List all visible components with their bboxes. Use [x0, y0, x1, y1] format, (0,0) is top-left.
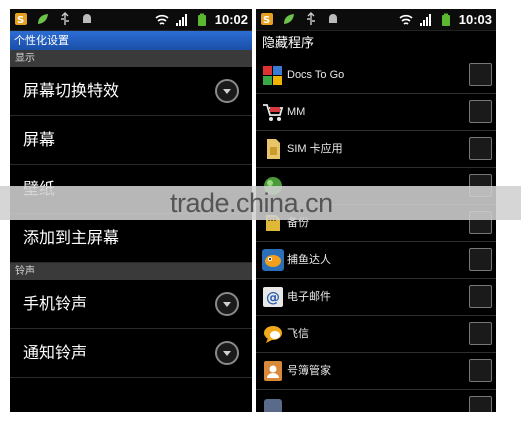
hide-checkbox[interactable] [469, 285, 492, 308]
pref-notification-ringtone[interactable]: 通知铃声 [10, 329, 252, 378]
app-label: MM [287, 106, 306, 118]
app-notification-icon: S [15, 13, 27, 26]
pref-transition-effect[interactable]: 屏幕切换特效 [10, 67, 252, 116]
pref-phone-ringtone[interactable]: 手机铃声 [10, 280, 252, 329]
pref-label: 屏幕切换特效 [23, 81, 120, 100]
battery-icon [441, 13, 450, 26]
hide-checkbox[interactable] [469, 100, 492, 123]
chevron-down-icon[interactable] [215, 79, 239, 103]
list-item[interactable]: SIM 卡应用 [256, 131, 496, 168]
svg-text:@: @ [266, 290, 280, 306]
status-bar: S 10:03 [256, 9, 496, 31]
signal-icon [419, 14, 431, 26]
fish-game-icon [262, 249, 284, 271]
app-label: 飞信 [287, 328, 309, 340]
battery-icon [197, 13, 206, 26]
hide-checkbox[interactable] [469, 137, 492, 160]
list-item[interactable]: MM [256, 94, 496, 131]
svg-text:S: S [263, 15, 270, 26]
clock: 10:02 [214, 12, 248, 27]
chat-bubble-icon [264, 326, 282, 343]
hide-checkbox[interactable] [469, 359, 492, 382]
watermark-text: trade.china.cn [170, 188, 333, 218]
pref-label: 手机铃声 [23, 294, 88, 313]
pref-label: 屏幕 [23, 130, 56, 149]
shopping-cart-icon [263, 104, 284, 121]
list-item[interactable]: 捕鱼达人 [256, 242, 496, 279]
page-title: 隐藏程序 [262, 36, 315, 51]
chevron-down-icon[interactable] [215, 292, 239, 316]
wifi-icon [155, 14, 169, 25]
usb-icon [307, 12, 315, 25]
signal-icon [175, 14, 187, 26]
sim-card-icon [267, 139, 280, 159]
app-label: 电子邮件 [287, 291, 331, 303]
watermark-band: trade.china.cn [0, 186, 521, 220]
app-label: SIM 卡应用 [287, 143, 343, 155]
section-header-display: 显示 [10, 50, 252, 67]
section-header-ringtone: 铃声 [10, 263, 252, 280]
pref-screen[interactable]: 屏幕 [10, 116, 252, 165]
generic-app-icon [264, 399, 282, 412]
pref-label: 通知铃声 [23, 343, 88, 362]
app-notification-icon: S [261, 13, 273, 26]
svg-text:S: S [17, 15, 24, 26]
hide-checkbox[interactable] [469, 63, 492, 86]
clock: 10:03 [458, 12, 492, 27]
page-title: 个性化设置 [10, 31, 252, 50]
list-item[interactable]: Docs To Go [256, 57, 496, 94]
chevron-down-icon[interactable] [215, 341, 239, 365]
wifi-icon [399, 14, 413, 25]
hide-checkbox[interactable] [469, 248, 492, 271]
android-debug-icon [329, 14, 337, 23]
app-label: 捕鱼达人 [287, 254, 331, 266]
list-item[interactable]: 飞信 [256, 316, 496, 353]
hide-checkbox[interactable] [469, 396, 492, 412]
list-item[interactable]: @ 电子邮件 [256, 279, 496, 316]
email-icon: @ [263, 287, 283, 307]
list-item[interactable] [256, 390, 496, 412]
app-label: Docs To Go [287, 69, 345, 81]
leaf-icon [284, 14, 294, 24]
hide-checkbox[interactable] [469, 322, 492, 345]
contacts-book-icon [264, 361, 282, 381]
leaf-icon [38, 14, 48, 24]
app-label: 号簿管家 [287, 365, 331, 377]
list-item[interactable]: 号簿管家 [256, 353, 496, 390]
pref-label: 添加到主屏幕 [23, 228, 120, 247]
usb-icon [61, 12, 69, 25]
docs-to-go-icon [263, 66, 282, 85]
status-bar: S 10:02 [10, 9, 252, 31]
pref-add-to-home[interactable]: 添加到主屏幕 [10, 214, 252, 263]
android-debug-icon [83, 14, 91, 23]
